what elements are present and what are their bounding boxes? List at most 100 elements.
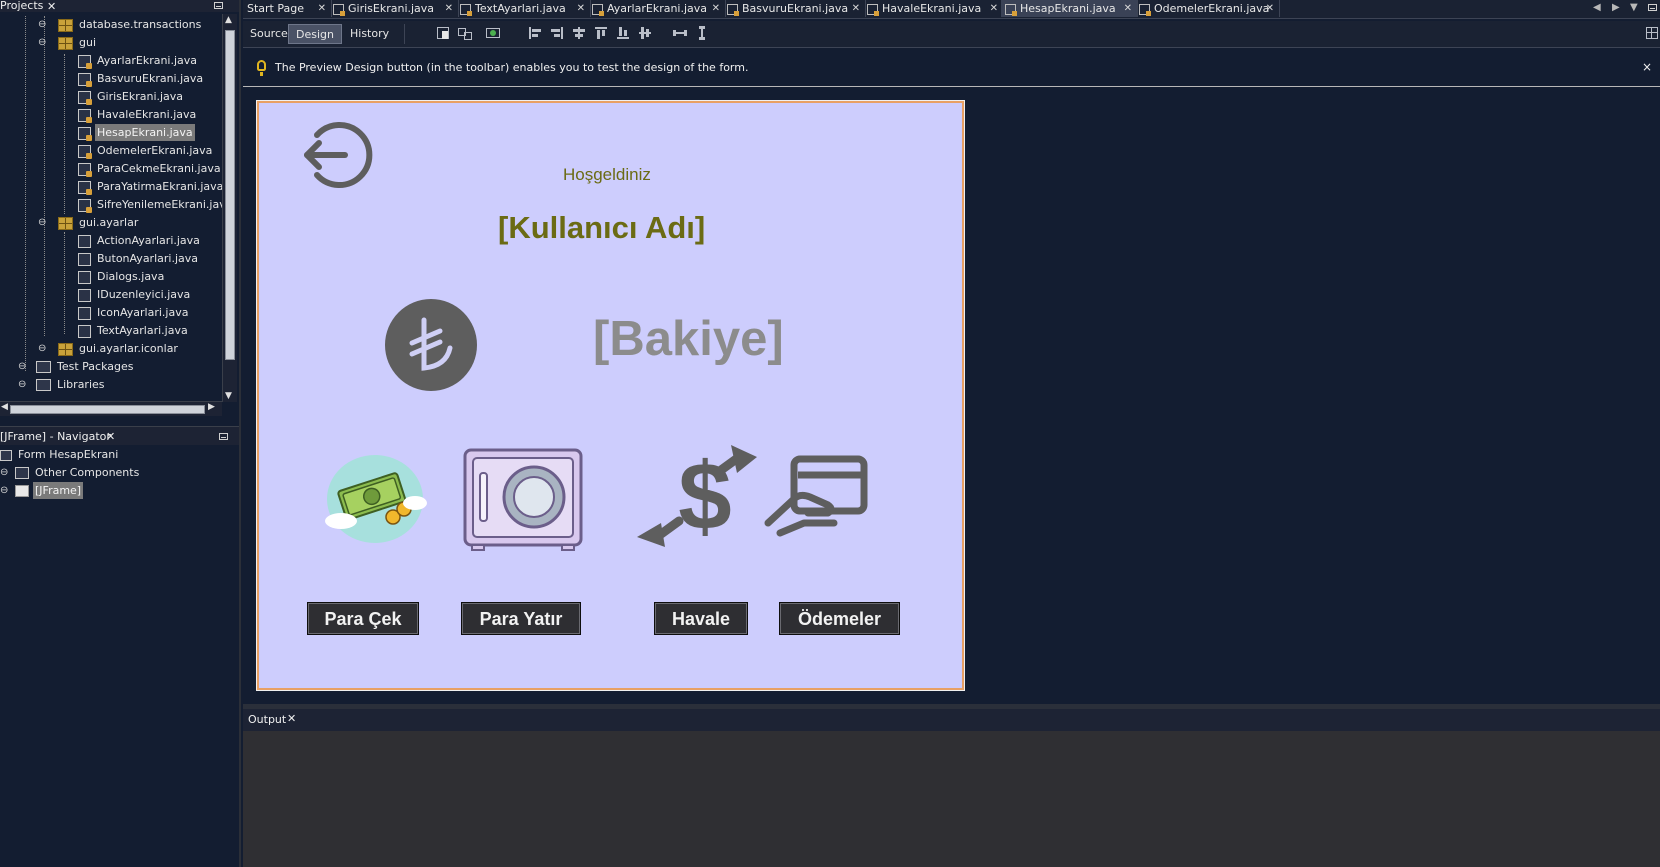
minimize-icon[interactable] bbox=[219, 433, 228, 440]
tab-giris-ekrani[interactable]: GirisEkrani.java ✕ bbox=[329, 0, 459, 17]
maximize-editor-icon[interactable] bbox=[1645, 26, 1659, 40]
minimize-icon[interactable] bbox=[214, 2, 223, 9]
tree-item-label: HesapEkrani.java bbox=[95, 124, 195, 141]
connection-mode-icon[interactable] bbox=[458, 26, 472, 40]
transfer-button[interactable]: Havale bbox=[654, 602, 748, 635]
close-icon[interactable]: ✕ bbox=[287, 712, 296, 725]
form-file-icon bbox=[78, 72, 92, 87]
close-icon[interactable]: ✕ bbox=[1266, 0, 1274, 17]
package-icon bbox=[58, 342, 73, 356]
close-icon[interactable]: ✕ bbox=[106, 430, 115, 443]
preview-design-icon[interactable] bbox=[486, 26, 500, 40]
tree-item-file[interactable]: Dialogs.java bbox=[78, 268, 166, 285]
tree-item-package[interactable]: ⊖ gui.ayarlar bbox=[38, 214, 140, 231]
history-view-button[interactable]: History bbox=[343, 24, 396, 44]
jframe-form-preview[interactable]: Hoşgeldiniz [Kullanıcı Adı] [Bakiye] $ P… bbox=[257, 101, 964, 690]
tab-ayarlar-ekrani[interactable]: AyarlarEkrani.java ✕ bbox=[588, 0, 726, 17]
output-console[interactable] bbox=[243, 731, 1660, 867]
tab-havale-ekrani[interactable]: HavaleEkrani.java ✕ bbox=[863, 0, 1004, 17]
close-icon[interactable]: ✕ bbox=[47, 0, 56, 13]
scrollbar-thumb[interactable] bbox=[10, 405, 205, 414]
align-center-icon[interactable] bbox=[572, 26, 586, 40]
tree-item-file[interactable]: ParaCekmeEkrani.java bbox=[78, 160, 222, 177]
tree-item-file[interactable]: ActionAyarlari.java bbox=[78, 232, 202, 249]
tree-item-file[interactable]: GirisEkrani.java bbox=[78, 88, 185, 105]
close-icon[interactable]: ✕ bbox=[318, 0, 326, 17]
navigator-item-form[interactable]: Form HesapEkrani bbox=[0, 446, 120, 463]
tab-hesap-ekrani[interactable]: HesapEkrani.java ✕ bbox=[1001, 0, 1138, 17]
close-icon[interactable]: ✕ bbox=[1124, 0, 1132, 17]
scroll-up-icon[interactable]: ▲ bbox=[225, 15, 232, 25]
tree-item-folder[interactable]: ⊖ Test Packages bbox=[18, 358, 135, 375]
tree-item-file[interactable]: OdemelerEkrani.java bbox=[78, 142, 214, 159]
scroll-tabs-left-icon[interactable]: ◀ bbox=[1593, 2, 1601, 13]
align-right-icon[interactable] bbox=[550, 26, 564, 40]
expand-icon[interactable]: ⊖ bbox=[38, 16, 46, 33]
expand-icon[interactable]: ⊖ bbox=[0, 464, 8, 481]
tree-item-package[interactable]: ⊖ gui.ayarlar.iconlar bbox=[38, 340, 180, 357]
tree-item-label: AyarlarEkrani.java bbox=[97, 54, 198, 67]
navigator-panel-title[interactable]: [JFrame] - Navigator bbox=[0, 430, 111, 443]
align-left-icon[interactable] bbox=[528, 26, 542, 40]
tab-text-ayarlari[interactable]: TextAyarlari.java ✕ bbox=[456, 0, 591, 17]
project-tree-horizontal-scrollbar[interactable]: ◀ ▶ bbox=[0, 401, 222, 416]
java-file-icon bbox=[460, 3, 472, 16]
resize-vertical-icon[interactable] bbox=[695, 26, 709, 40]
tree-item-file[interactable]: BasvuruEkrani.java bbox=[78, 70, 205, 87]
tab-odemeler-ekrani[interactable]: OdemelerEkrani.java ✕ bbox=[1135, 0, 1280, 17]
design-view-button[interactable]: Design bbox=[288, 24, 342, 44]
tree-item-file-selected[interactable]: HesapEkrani.java bbox=[78, 124, 195, 141]
scroll-tabs-right-icon[interactable]: ▶ bbox=[1612, 2, 1620, 13]
withdraw-button[interactable]: Para Çek bbox=[307, 602, 419, 635]
collapse-icon[interactable]: ⊖ bbox=[38, 34, 46, 51]
tree-item-label: GirisEkrani.java bbox=[97, 90, 184, 103]
tree-item-file[interactable]: IDuzenleyici.java bbox=[78, 286, 192, 303]
form-file-icon bbox=[78, 162, 92, 177]
tree-item-file[interactable]: HavaleEkrani.java bbox=[78, 106, 198, 123]
selection-mode-icon[interactable] bbox=[436, 26, 450, 40]
close-icon[interactable]: ✕ bbox=[577, 0, 585, 17]
expand-icon[interactable]: ⊖ bbox=[38, 340, 46, 357]
align-middle-icon[interactable] bbox=[638, 26, 652, 40]
tree-item-file[interactable]: IconAyarlari.java bbox=[78, 304, 190, 321]
project-tree-vertical-scrollbar[interactable]: ▲ ▼ bbox=[222, 14, 237, 402]
navigator-item-other-components[interactable]: ⊖ Other Components bbox=[0, 464, 141, 481]
minimize-icon[interactable] bbox=[1648, 4, 1657, 11]
tree-item-package[interactable]: ⊖ gui bbox=[38, 34, 98, 51]
close-icon[interactable]: × bbox=[1642, 60, 1652, 74]
expand-icon[interactable]: ⊖ bbox=[18, 358, 26, 375]
tree-item-folder[interactable]: ⊖ Libraries bbox=[18, 376, 107, 393]
close-icon[interactable]: ✕ bbox=[990, 0, 998, 17]
tab-list-dropdown-icon[interactable]: ▼ bbox=[1630, 2, 1638, 13]
tree-item-package[interactable]: ⊖ database.transactions bbox=[38, 16, 203, 33]
source-view-button[interactable]: Source bbox=[243, 24, 295, 44]
tree-item-file[interactable]: ParaYatirmaEkrani.java bbox=[78, 178, 222, 195]
projects-panel-title[interactable]: Projects bbox=[0, 0, 43, 12]
scroll-right-icon[interactable]: ▶ bbox=[208, 402, 215, 412]
tree-item-file[interactable]: AyarlarEkrani.java bbox=[78, 52, 199, 69]
components-icon bbox=[15, 467, 29, 479]
navigator-item-jframe[interactable]: ⊖ [JFrame] bbox=[0, 482, 84, 499]
expand-icon[interactable]: ⊖ bbox=[0, 482, 8, 499]
scrollbar-thumb[interactable] bbox=[225, 30, 235, 360]
align-bottom-icon[interactable] bbox=[616, 26, 630, 40]
resize-horizontal-icon[interactable] bbox=[673, 26, 687, 40]
scroll-down-icon[interactable]: ▼ bbox=[225, 391, 232, 401]
tab-start-page[interactable]: Start Page ✕ bbox=[243, 0, 332, 17]
tree-item-label: Form HesapEkrani bbox=[18, 448, 119, 461]
scroll-left-icon[interactable]: ◀ bbox=[1, 402, 8, 412]
tree-item-file[interactable]: SifreYenilemeEkrani.java bbox=[78, 196, 222, 213]
close-icon[interactable]: ✕ bbox=[445, 0, 453, 17]
tree-item-file[interactable]: ButonAyarlari.java bbox=[78, 250, 200, 267]
logout-icon[interactable] bbox=[301, 117, 375, 193]
deposit-button[interactable]: Para Yatır bbox=[461, 602, 581, 635]
output-tab[interactable]: Output bbox=[248, 713, 286, 726]
collapse-icon[interactable]: ⊖ bbox=[38, 214, 46, 231]
expand-icon[interactable]: ⊖ bbox=[18, 376, 26, 393]
close-icon[interactable]: ✕ bbox=[712, 0, 720, 17]
payments-button[interactable]: Ödemeler bbox=[779, 602, 900, 635]
align-top-icon[interactable] bbox=[594, 26, 608, 40]
close-icon[interactable]: ✕ bbox=[852, 0, 860, 17]
tree-item-file[interactable]: TextAyarlari.java bbox=[78, 322, 190, 339]
tab-basvuru-ekrani[interactable]: BasvuruEkrani.java ✕ bbox=[723, 0, 866, 17]
